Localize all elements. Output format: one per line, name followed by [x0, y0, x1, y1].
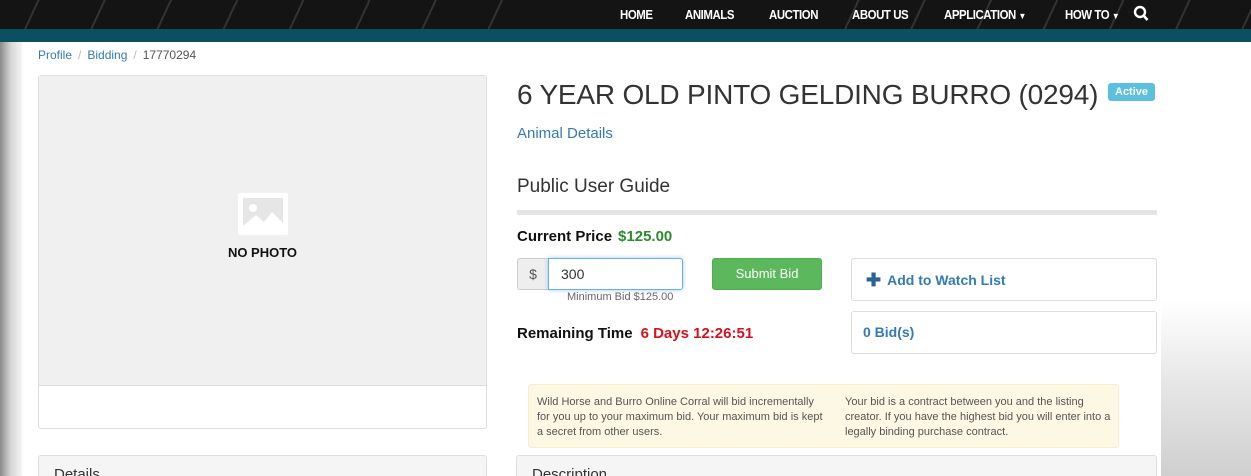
image-placeholder-icon	[238, 193, 288, 235]
current-price: Current Price $125.00	[517, 228, 672, 245]
nav-auction[interactable]: AUCTION	[769, 7, 818, 22]
nav-how-to-label: HOW TO	[1065, 7, 1110, 22]
nav-home[interactable]: HOME	[620, 7, 653, 22]
minimum-bid-hint: Minimum Bid $125.00	[567, 291, 674, 303]
nav-menu: HOME ANIMALS AUCTION ABOUT US APPLICATIO…	[620, 0, 1155, 29]
current-price-value: $125.00	[618, 228, 673, 245]
description-heading: Description	[532, 466, 608, 476]
remaining-time-value: 6 Days 12:26:51	[640, 325, 754, 342]
chevron-down-icon: ▼	[1112, 11, 1120, 21]
nav-application-label: APPLICATION	[944, 7, 1017, 22]
top-navbar: HOME ANIMALS AUCTION ABOUT US APPLICATIO…	[0, 0, 1251, 29]
animal-details-link[interactable]: Animal Details	[517, 125, 613, 142]
breadcrumb-bidding[interactable]: Bidding	[87, 48, 127, 62]
search-icon[interactable]	[1133, 5, 1149, 23]
plus-icon: ✚	[866, 269, 882, 290]
details-panel: Details	[38, 455, 487, 476]
watch-list-label: Add to Watch List	[887, 271, 1006, 288]
description-panel: Description	[516, 455, 1157, 476]
bids-count[interactable]: 0 Bid(s)	[851, 311, 1157, 354]
photo-panel: NO PHOTO	[38, 75, 487, 429]
breadcrumb: Profile / Bidding / 17770294	[38, 48, 196, 62]
currency-addon: $	[517, 258, 548, 290]
contract-notice: Your bid is a contract between you and t…	[845, 396, 1111, 438]
breadcrumb-profile[interactable]: Profile	[38, 48, 72, 62]
status-badge: Active	[1108, 83, 1156, 101]
navbar-decoration	[0, 0, 540, 29]
proxy-bid-notice: Wild Horse and Burro Online Corral will …	[537, 396, 823, 438]
bidding-notice: Wild Horse and Burro Online Corral will …	[528, 384, 1119, 448]
public-user-guide-title: Public User Guide	[517, 176, 671, 197]
nav-about-us[interactable]: ABOUT US	[852, 7, 909, 22]
remaining-time: Remaining Time 6 Days 12:26:51	[517, 325, 753, 342]
bid-input-group: $	[517, 258, 683, 290]
add-to-watch-list-button[interactable]: ✚ Add to Watch List	[851, 258, 1157, 301]
background-left-edge	[0, 40, 22, 476]
nav-animals[interactable]: ANIMALS	[685, 7, 734, 22]
header-accent-bar	[0, 29, 1251, 42]
photo-area: NO PHOTO	[39, 76, 486, 386]
no-photo-label: NO PHOTO	[227, 245, 298, 260]
details-heading: Details	[54, 466, 100, 476]
remaining-time-label: Remaining Time	[517, 325, 633, 342]
breadcrumb-separator: /	[133, 48, 137, 62]
submit-bid-button[interactable]: Submit Bid	[712, 258, 822, 290]
nav-application[interactable]: APPLICATION ▼	[944, 7, 1026, 22]
chevron-down-icon: ▼	[1018, 11, 1027, 21]
bid-amount-input[interactable]	[548, 258, 683, 290]
page-title: 6 YEAR OLD PINTO GELDING BURRO (0294)	[517, 79, 1099, 110]
breadcrumb-separator: /	[78, 48, 82, 62]
breadcrumb-current: 17770294	[142, 48, 197, 62]
background-right-edge	[1161, 300, 1251, 476]
section-divider	[517, 210, 1157, 215]
current-price-label: Current Price	[517, 228, 613, 245]
nav-how-to[interactable]: HOW TO ▼	[1065, 7, 1120, 22]
